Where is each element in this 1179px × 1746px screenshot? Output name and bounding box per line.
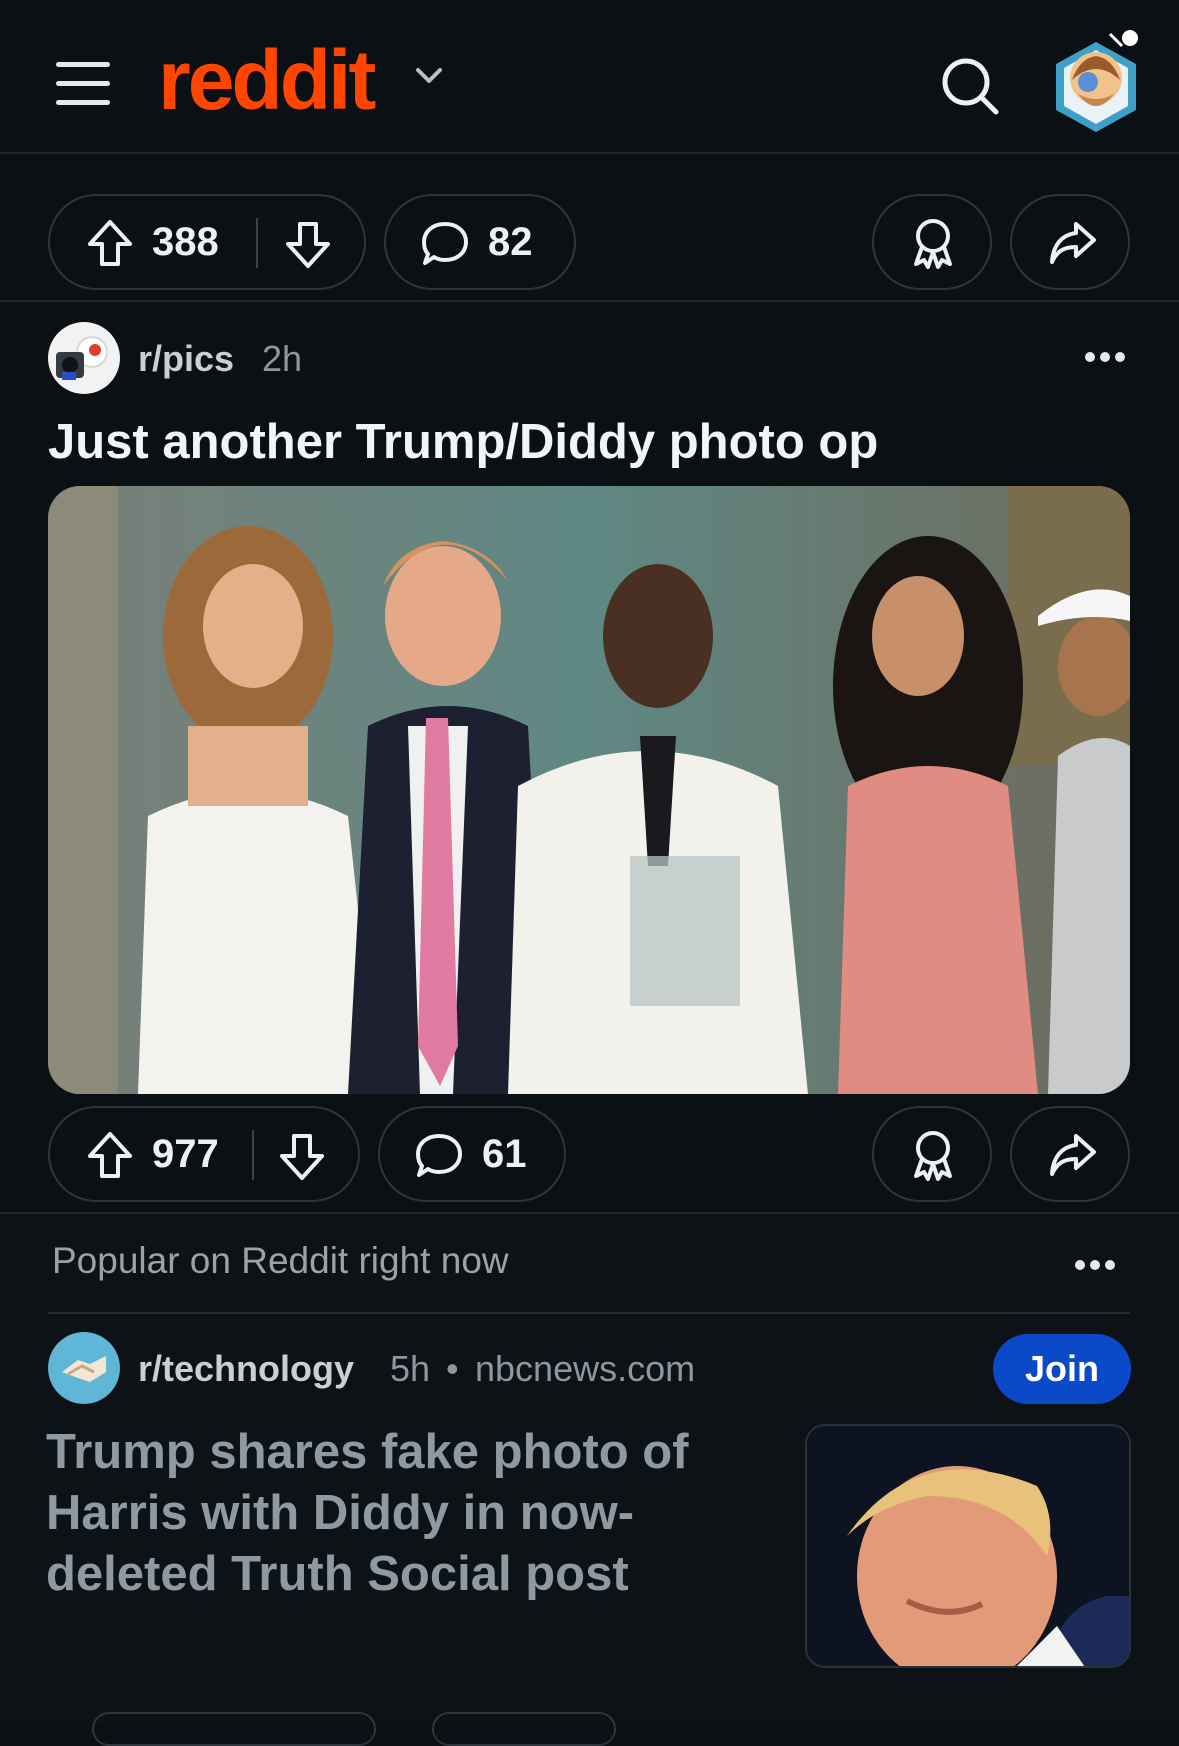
news-post-title[interactable]: Trump shares fake photo of Harris with D… (46, 1422, 736, 1605)
upvote-icon[interactable] (86, 218, 134, 268)
award-icon (914, 219, 952, 269)
section-divider (0, 300, 1179, 302)
vote-pill: 388 (48, 194, 366, 290)
vote-pill: 977 (48, 1106, 360, 1202)
meta-separator: • (446, 1348, 459, 1389)
post-title[interactable]: Just another Trump/Diddy photo op (48, 410, 878, 474)
popular-label: Popular on Reddit right now (52, 1240, 509, 1281)
downvote-icon[interactable] (278, 1132, 326, 1182)
downvote-icon[interactable] (284, 220, 332, 270)
subreddit-name[interactable]: r/technology (138, 1348, 354, 1390)
more-icon[interactable] (1084, 350, 1126, 364)
subreddit-name[interactable]: r/pics (138, 338, 234, 380)
vote-divider (252, 1130, 254, 1180)
next-action-pill (92, 1712, 376, 1746)
join-button[interactable]: Join (993, 1334, 1131, 1404)
subreddit-avatar[interactable] (48, 322, 120, 394)
vote-divider (256, 218, 258, 268)
award-button[interactable] (872, 194, 992, 290)
reddit-logo[interactable]: reddit (158, 30, 376, 130)
share-button[interactable] (1010, 194, 1130, 290)
upvote-count: 977 (152, 1132, 219, 1176)
award-button[interactable] (872, 1106, 992, 1202)
subreddit-avatar[interactable] (48, 1332, 120, 1404)
share-button[interactable] (1010, 1106, 1130, 1202)
search-icon[interactable] (938, 54, 1002, 118)
chevron-down-icon[interactable] (414, 60, 444, 90)
next-action-pill (432, 1712, 616, 1746)
comment-icon (422, 222, 468, 265)
post-age: 5h (390, 1348, 431, 1389)
upvote-icon[interactable] (86, 1130, 134, 1180)
link-domain[interactable]: nbcnews.com (475, 1348, 695, 1390)
upvote-count: 388 (152, 220, 219, 264)
comments-button[interactable]: 61 (378, 1106, 566, 1202)
user-avatar[interactable] (1050, 28, 1142, 138)
news-thumbnail[interactable] (805, 1424, 1131, 1668)
popular-divider (48, 1312, 1130, 1314)
post-age: 2h (262, 338, 303, 379)
share-icon (1050, 1134, 1096, 1176)
award-icon (914, 1131, 952, 1181)
comment-count: 82 (488, 220, 533, 264)
share-icon (1050, 222, 1096, 264)
top-app-bar: reddit (0, 0, 1179, 154)
menu-icon[interactable] (56, 62, 110, 106)
comments-button[interactable]: 82 (384, 194, 576, 290)
more-icon[interactable] (1074, 1258, 1116, 1272)
comment-icon (416, 1134, 462, 1177)
comment-count: 61 (482, 1132, 527, 1176)
post-image[interactable] (48, 486, 1130, 1094)
